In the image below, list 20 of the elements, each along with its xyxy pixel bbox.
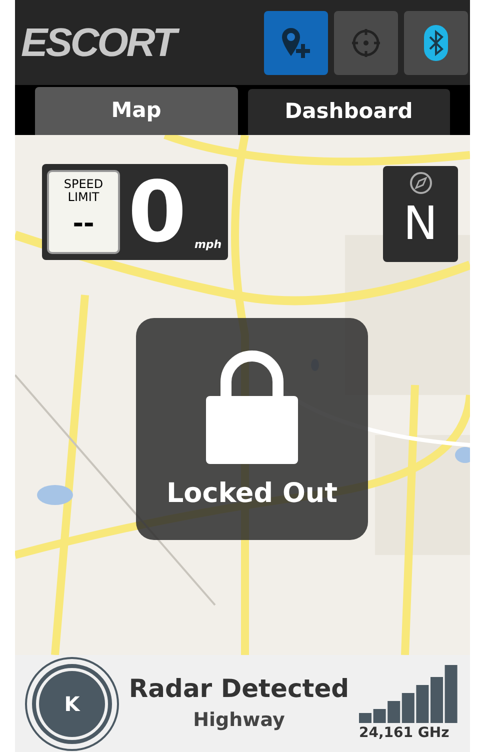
- speed-unit: mph: [194, 236, 222, 252]
- frequency-label: 24,161 GHz: [359, 724, 450, 743]
- tab[interactable]: Dashboard: [248, 89, 450, 135]
- tab[interactable]: Map: [35, 87, 238, 135]
- signal-strength-icon: [359, 663, 459, 723]
- speed-value: 0: [128, 170, 186, 254]
- bluetooth-icon: [424, 24, 448, 60]
- alert-mode: Highway: [193, 708, 285, 732]
- pin-plus-icon: [279, 26, 313, 60]
- alert-title: Radar Detected: [128, 672, 350, 704]
- speed-limit-label: SPEED LIMIT: [62, 178, 104, 204]
- add-location-button[interactable]: [264, 10, 328, 74]
- lock-message: Locked Out: [166, 477, 338, 511]
- band-label: K: [39, 670, 105, 736]
- bluetooth-button[interactable]: [404, 10, 468, 74]
- speed-limit-value: --: [72, 208, 94, 241]
- compass-icon: [408, 170, 434, 196]
- heading-label: N: [403, 196, 438, 250]
- locate-button[interactable]: [334, 10, 398, 74]
- padlock-icon: [206, 350, 298, 464]
